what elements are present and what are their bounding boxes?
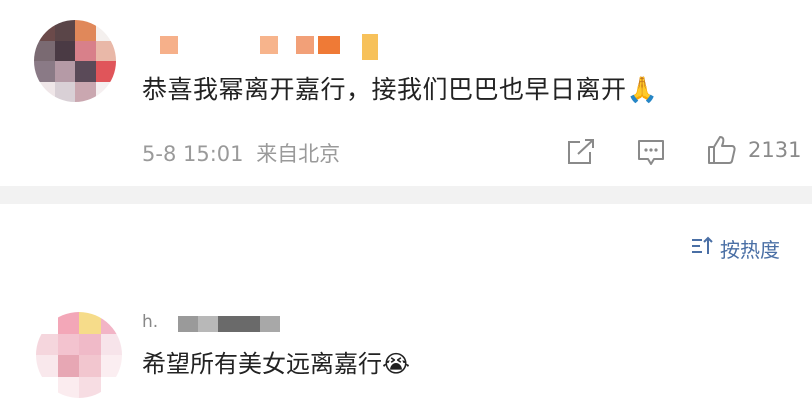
avatar[interactable] xyxy=(34,20,116,102)
comment-body: 希望所有美女远离嘉行 xyxy=(142,350,382,378)
timestamp: 5-8 15:01 xyxy=(142,142,244,166)
share-icon[interactable] xyxy=(566,138,596,170)
like-icon[interactable] xyxy=(706,134,738,170)
crying-emoji-icon: 😭 xyxy=(382,350,411,378)
comment-text: 恭喜我幂离开嘉行，接我们巴巴也早日离开🙏 xyxy=(142,70,658,106)
pray-emoji-icon: 🙏 xyxy=(626,75,659,104)
comment-body: 恭喜我幂离开嘉行，接我们巴巴也早日离开 xyxy=(142,75,627,104)
sort-by-hot-button[interactable]: 按热度 xyxy=(690,234,780,263)
comment-meta: 5-8 15:01 来自北京 xyxy=(142,138,340,168)
sort-label: 按热度 xyxy=(720,238,780,262)
like-count: 2131 xyxy=(748,138,802,162)
comment-icon[interactable] xyxy=(636,138,666,172)
username-prefix: h. xyxy=(142,312,159,332)
section-divider xyxy=(0,186,812,204)
avatar[interactable] xyxy=(36,312,122,398)
location: 来自北京 xyxy=(256,142,341,166)
sort-icon xyxy=(690,235,714,262)
comment-text: 希望所有美女远离嘉行😭 xyxy=(142,344,410,379)
